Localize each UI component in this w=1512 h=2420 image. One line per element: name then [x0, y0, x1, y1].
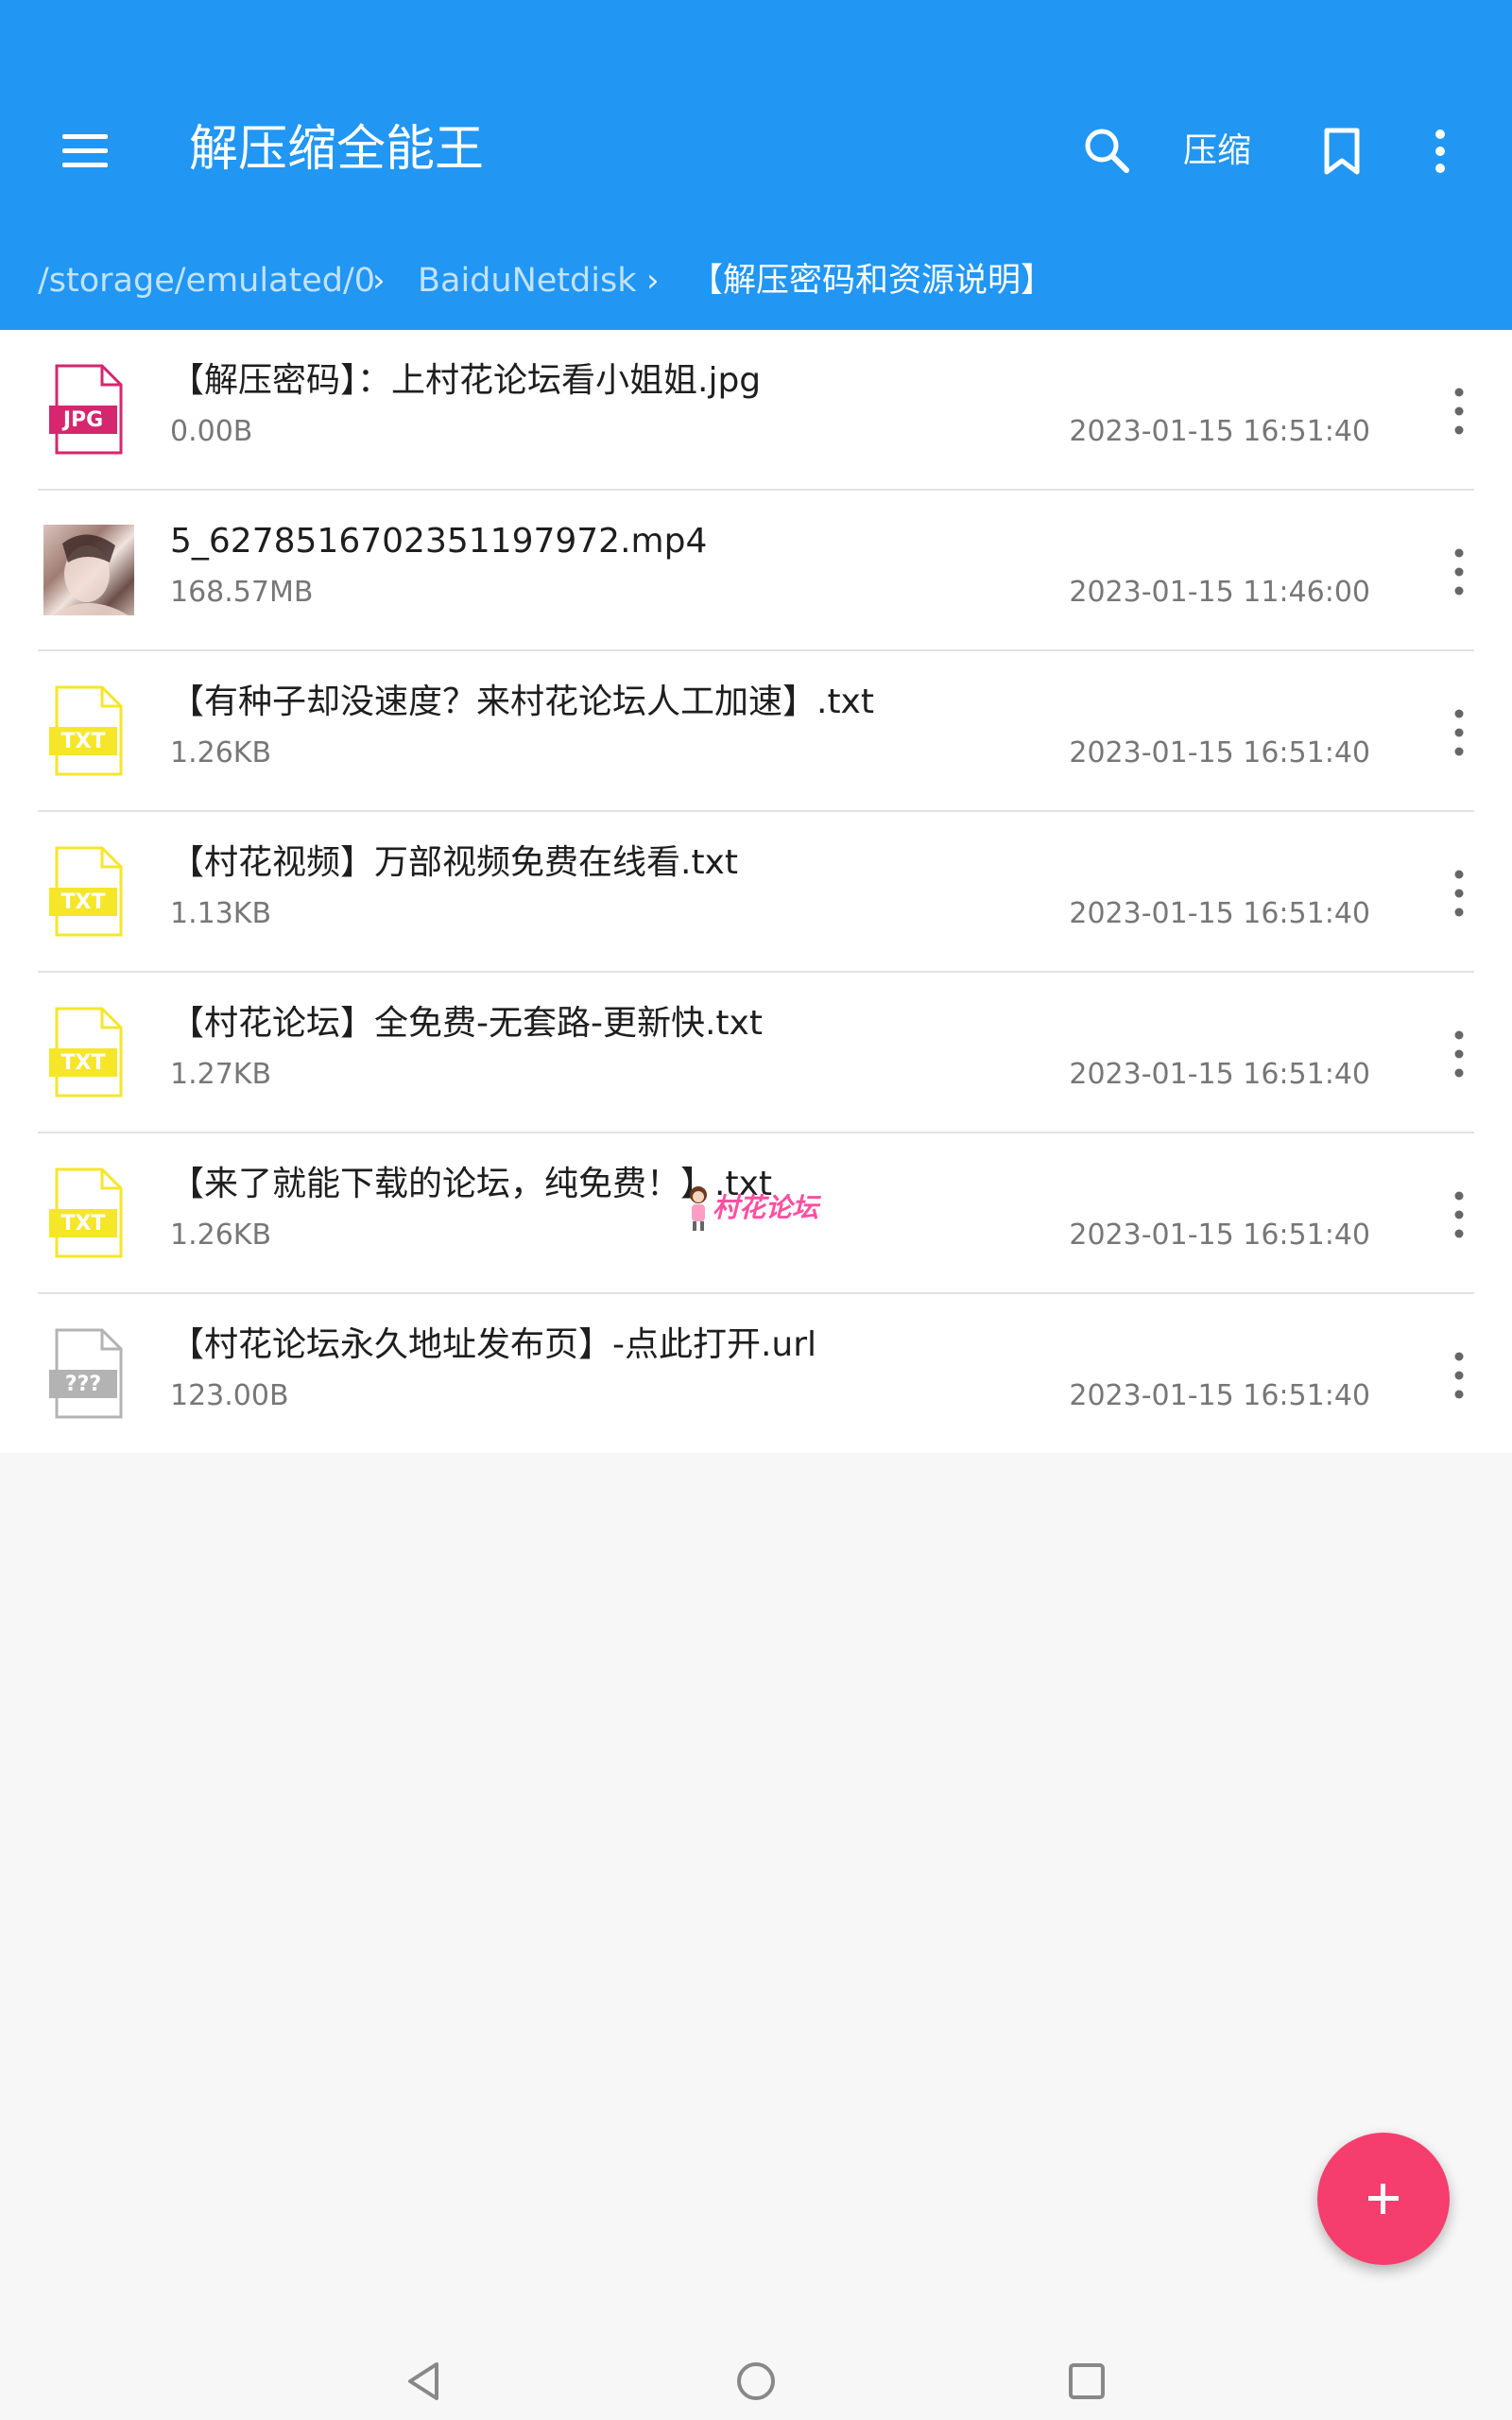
- nav-recents-icon[interactable]: [1058, 2353, 1115, 2410]
- txt-file-icon: TXT: [43, 1005, 134, 1103]
- file-name: 5_6278516702351197972.mp4: [170, 522, 708, 561]
- file-size: 0.00B: [170, 415, 253, 448]
- file-size: 1.26KB: [170, 1219, 272, 1252]
- file-date: 2023-01-15 11:46:00: [1069, 576, 1370, 609]
- watermark-text: 村花论坛: [713, 1192, 819, 1223]
- breadcrumb-item-baidunetdisk[interactable]: BaiduNetdisk: [418, 248, 636, 314]
- nav-back-icon[interactable]: [397, 2353, 454, 2410]
- watermark: 村花论坛: [686, 1184, 818, 1233]
- app-bar: 解压缩全能王 压缩 /storage/emulated/0 › BaiduNet…: [0, 0, 1512, 330]
- file-more-icon[interactable]: [1442, 1347, 1476, 1404]
- video-thumbnail: [43, 525, 134, 615]
- search-icon[interactable]: [1077, 121, 1138, 182]
- txt-file-icon: TXT: [43, 1166, 134, 1264]
- jpg-file-icon: JPG: [43, 362, 134, 460]
- svg-text:TXT: TXT: [61, 730, 106, 753]
- file-more-icon[interactable]: [1442, 544, 1476, 600]
- nav-home-icon[interactable]: [728, 2353, 784, 2410]
- breadcrumb-item-root[interactable]: /storage/emulated/0: [38, 248, 375, 314]
- file-date: 2023-01-15 16:51:40: [1069, 1379, 1370, 1412]
- file-name: 【村花视频】万部视频免费在线看.txt: [170, 843, 738, 882]
- txt-file-icon: TXT: [43, 683, 134, 782]
- hamburger-menu-icon[interactable]: [55, 121, 115, 182]
- file-more-icon[interactable]: [1442, 704, 1476, 761]
- svg-text:???: ???: [65, 1373, 101, 1396]
- file-more-icon[interactable]: [1442, 865, 1476, 922]
- file-date: 2023-01-15 16:51:40: [1069, 897, 1370, 930]
- file-row[interactable]: TXT 【村花视频】万部视频免费在线看.txt 1.13KB 2023-01-1…: [0, 812, 1512, 973]
- svg-text:TXT: TXT: [61, 1212, 106, 1236]
- system-nav-bar: [0, 2340, 1512, 2420]
- file-size: 1.27KB: [170, 1058, 272, 1091]
- compress-button[interactable]: 压缩: [1183, 121, 1251, 182]
- file-size: 168.57MB: [170, 576, 314, 609]
- bookmark-icon[interactable]: [1319, 121, 1365, 182]
- file-more-icon[interactable]: [1442, 1026, 1476, 1082]
- file-size: 1.26KB: [170, 736, 272, 769]
- file-date: 2023-01-15 16:51:40: [1069, 1058, 1370, 1091]
- watermark-mascot-icon: [690, 1186, 707, 1231]
- breadcrumb-separator: ›: [372, 262, 386, 300]
- txt-file-icon: TXT: [43, 844, 134, 942]
- file-name: 【村花论坛】全免费-无套路-更新快.txt: [170, 1004, 763, 1043]
- file-row[interactable]: TXT 【村花论坛】全免费-无套路-更新快.txt 1.27KB 2023-01…: [0, 973, 1512, 1133]
- more-vert-icon[interactable]: [1418, 121, 1463, 182]
- add-fab-button[interactable]: [1317, 2133, 1450, 2265]
- svg-text:JPG: JPG: [61, 408, 103, 432]
- file-date: 2023-01-15 16:51:40: [1069, 1219, 1370, 1252]
- file-size: 1.13KB: [170, 897, 272, 930]
- file-more-icon[interactable]: [1442, 383, 1476, 440]
- unknown-file-icon: ???: [43, 1326, 134, 1425]
- svg-text:TXT: TXT: [61, 1051, 106, 1075]
- app-title: 解压缩全能王: [189, 121, 485, 178]
- file-more-icon[interactable]: [1442, 1186, 1476, 1243]
- file-name: 【有种子却没速度？来村花论坛人工加速】.txt: [170, 683, 874, 721]
- breadcrumb: /storage/emulated/0 › BaiduNetdisk › 【解压…: [0, 248, 1512, 314]
- file-date: 2023-01-15 16:51:40: [1069, 736, 1370, 769]
- file-date: 2023-01-15 16:51:40: [1069, 415, 1370, 448]
- file-name: 【村花论坛永久地址发布页】-点此打开.url: [170, 1325, 817, 1364]
- file-name: 【来了就能下载的论坛，纯免费！】.txt: [170, 1165, 772, 1203]
- file-list: JPG 【解压密码】：上村花论坛看小姐姐.jpg 0.00B 2023-01-1…: [0, 330, 1512, 1453]
- file-row[interactable]: 5_6278516702351197972.mp4 168.57MB 2023-…: [0, 491, 1512, 651]
- file-row[interactable]: JPG 【解压密码】：上村花论坛看小姐姐.jpg 0.00B 2023-01-1…: [0, 330, 1512, 491]
- breadcrumb-item-current[interactable]: 【解压密码和资源说明】: [690, 248, 1054, 314]
- plus-icon: [1381, 2184, 1385, 2214]
- breadcrumb-separator: ›: [646, 262, 660, 300]
- file-row[interactable]: TXT 【有种子却没速度？来村花论坛人工加速】.txt 1.26KB 2023-…: [0, 651, 1512, 812]
- file-size: 123.00B: [170, 1379, 289, 1412]
- file-name: 【解压密码】：上村花论坛看小姐姐.jpg: [170, 361, 762, 400]
- svg-text:TXT: TXT: [61, 890, 106, 914]
- file-row[interactable]: ??? 【村花论坛永久地址发布页】-点此打开.url 123.00B 2023-…: [0, 1294, 1512, 1455]
